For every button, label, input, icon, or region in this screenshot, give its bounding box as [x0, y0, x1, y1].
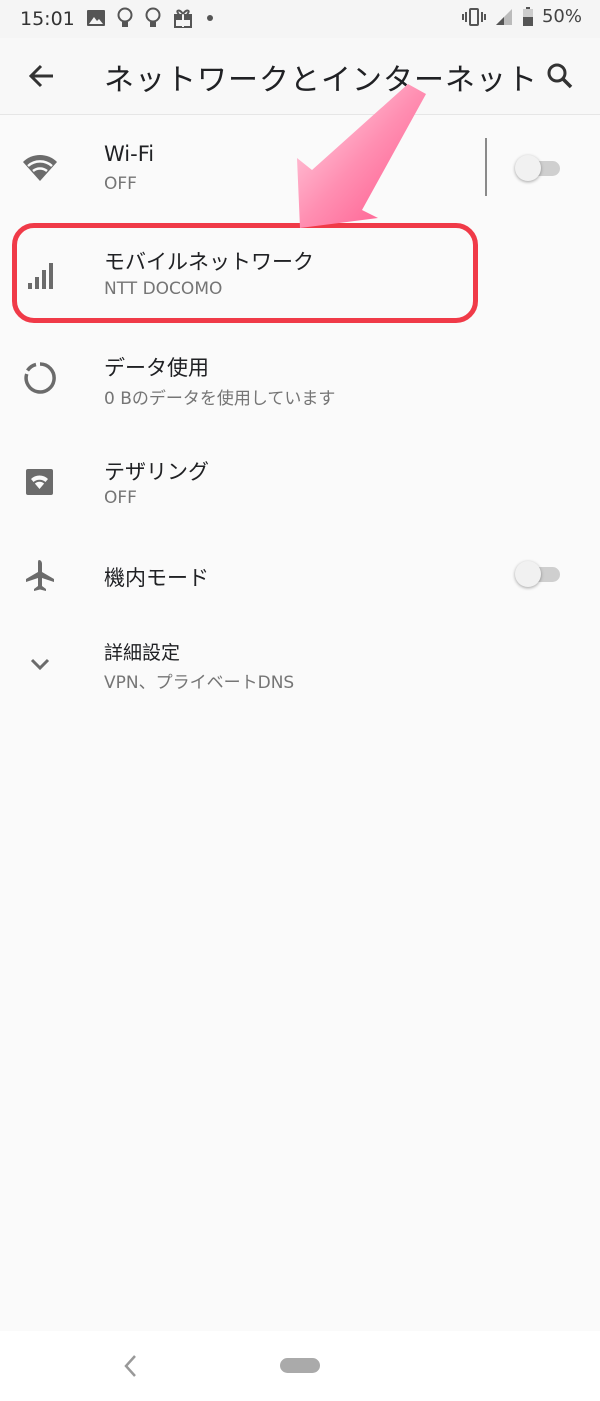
toggle-thumb	[515, 561, 541, 587]
toggle-thumb	[515, 155, 541, 181]
wifi-toggle[interactable]	[515, 155, 565, 181]
arrow-back-icon	[28, 64, 53, 88]
vibrate-icon	[461, 7, 486, 26]
status-bar: 15:01 50%	[0, 0, 600, 38]
setting-subtitle: OFF	[104, 488, 137, 508]
system-icons: 50%	[461, 6, 582, 27]
setting-row-tethering[interactable]: テザリング OFF	[0, 432, 600, 532]
app-bar: ネットワークとインターネット	[0, 38, 600, 115]
airplane-toggle[interactable]	[515, 561, 565, 587]
hotspot-icon	[26, 469, 53, 495]
airplane-icon	[26, 560, 54, 591]
search-button[interactable]	[540, 56, 580, 96]
back-button[interactable]	[22, 56, 62, 96]
setting-subtitle: 0 Bのデータを使用しています	[104, 389, 336, 409]
image-icon	[87, 10, 105, 26]
nav-back-icon[interactable]	[118, 1351, 144, 1381]
signal-icon	[495, 8, 512, 25]
toggle-divider	[485, 138, 487, 196]
setting-title: テザリング	[104, 460, 209, 484]
setting-subtitle: OFF	[104, 174, 137, 194]
status-time: 15:01	[20, 8, 75, 30]
chevron-down-icon	[30, 658, 50, 671]
search-icon	[547, 63, 573, 89]
battery-icon	[522, 6, 533, 26]
page-title: ネットワークとインターネット	[104, 63, 538, 98]
dot-icon	[207, 15, 213, 21]
lightbulb-icon	[145, 7, 161, 27]
wifi-icon	[23, 154, 57, 181]
lightbulb-icon	[117, 7, 133, 27]
setting-title: 機内モード	[104, 566, 209, 590]
gift-icon	[174, 9, 192, 28]
data-usage-icon	[24, 362, 56, 394]
setting-subtitle: VPN、プライベートDNS	[104, 673, 295, 693]
battery-percent: 50%	[541, 6, 582, 27]
notification-icons	[86, 7, 216, 29]
setting-title: データ使用	[104, 356, 209, 380]
setting-title: 詳細設定	[104, 642, 181, 664]
setting-row-advanced[interactable]: 詳細設定 VPN、プライベートDNS	[0, 620, 600, 720]
home-pill-icon[interactable]	[280, 1358, 320, 1373]
highlight-box	[12, 223, 478, 323]
setting-title: Wi-Fi	[104, 142, 155, 166]
setting-row-wifi[interactable]: Wi-Fi OFF	[0, 118, 600, 218]
setting-row-data-usage[interactable]: データ使用 0 Bのデータを使用しています	[0, 328, 600, 428]
